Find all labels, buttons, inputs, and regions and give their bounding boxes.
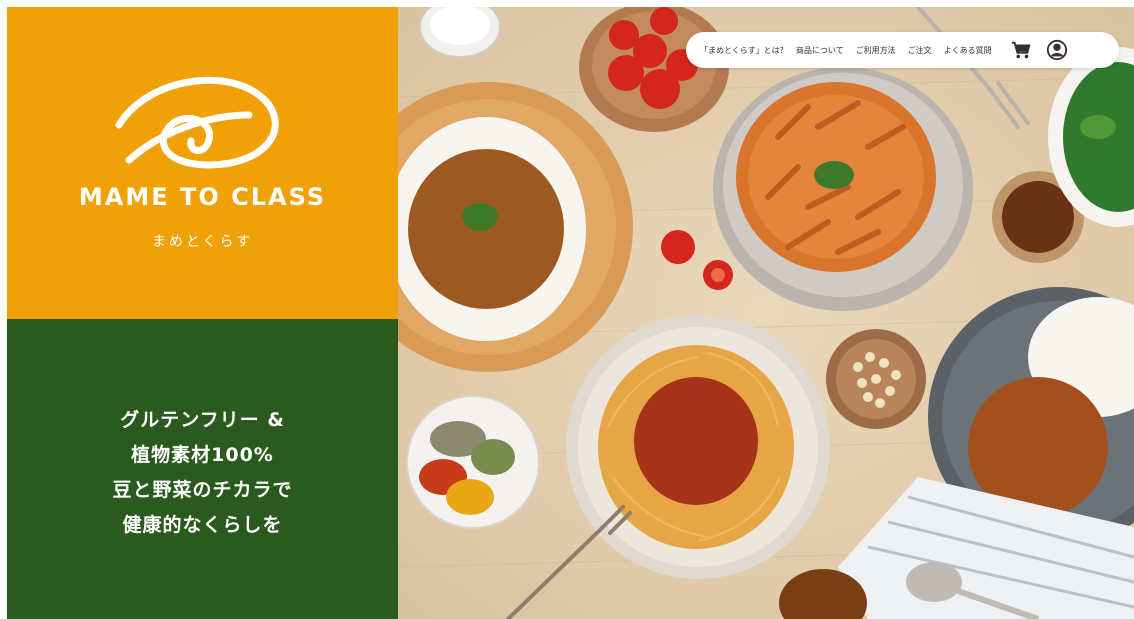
nav-link-about[interactable]: 「まめとくらす」とは? xyxy=(700,45,784,56)
cart-icon[interactable] xyxy=(1010,39,1032,61)
global-nav: 「まめとくらす」とは? 商品について ご利用方法 ご注文 よくある質問 xyxy=(686,32,1119,68)
hero-photo: 「まめとくらす」とは? 商品について ご利用方法 ご注文 よくある質問 xyxy=(398,7,1134,619)
brand-name-kana: まめとくらす xyxy=(151,234,254,250)
logo-mark-icon xyxy=(115,76,279,169)
brand-name: MAME TO CLASS xyxy=(78,183,327,211)
tagline: グルテンフリー & 植物素材100% 豆と野菜のチカラで 健康的なくらしを xyxy=(7,403,398,543)
nav-link-products[interactable]: 商品について xyxy=(796,45,844,56)
tagline-line: グルテンフリー & xyxy=(120,409,285,431)
food-photo-illustration xyxy=(398,7,1134,619)
tagline-panel: グルテンフリー & 植物素材100% 豆と野菜のチカラで 健康的なくらしを xyxy=(7,319,398,619)
tagline-line: 植物素材100% xyxy=(131,444,274,466)
tagline-line: 豆と野菜のチカラで xyxy=(112,479,293,501)
nav-link-faq[interactable]: よくある質問 xyxy=(944,45,992,56)
nav-link-order[interactable]: ご注文 xyxy=(908,45,932,56)
hero: MAME TO CLASS まめとくらす グルテンフリー & 植物素材100% … xyxy=(7,7,1134,619)
brand-panel: MAME TO CLASS まめとくらす xyxy=(7,7,398,319)
nav-link-how-to-use[interactable]: ご利用方法 xyxy=(856,45,896,56)
tagline-line: 健康的なくらしを xyxy=(122,514,283,536)
user-icon[interactable] xyxy=(1046,39,1068,61)
